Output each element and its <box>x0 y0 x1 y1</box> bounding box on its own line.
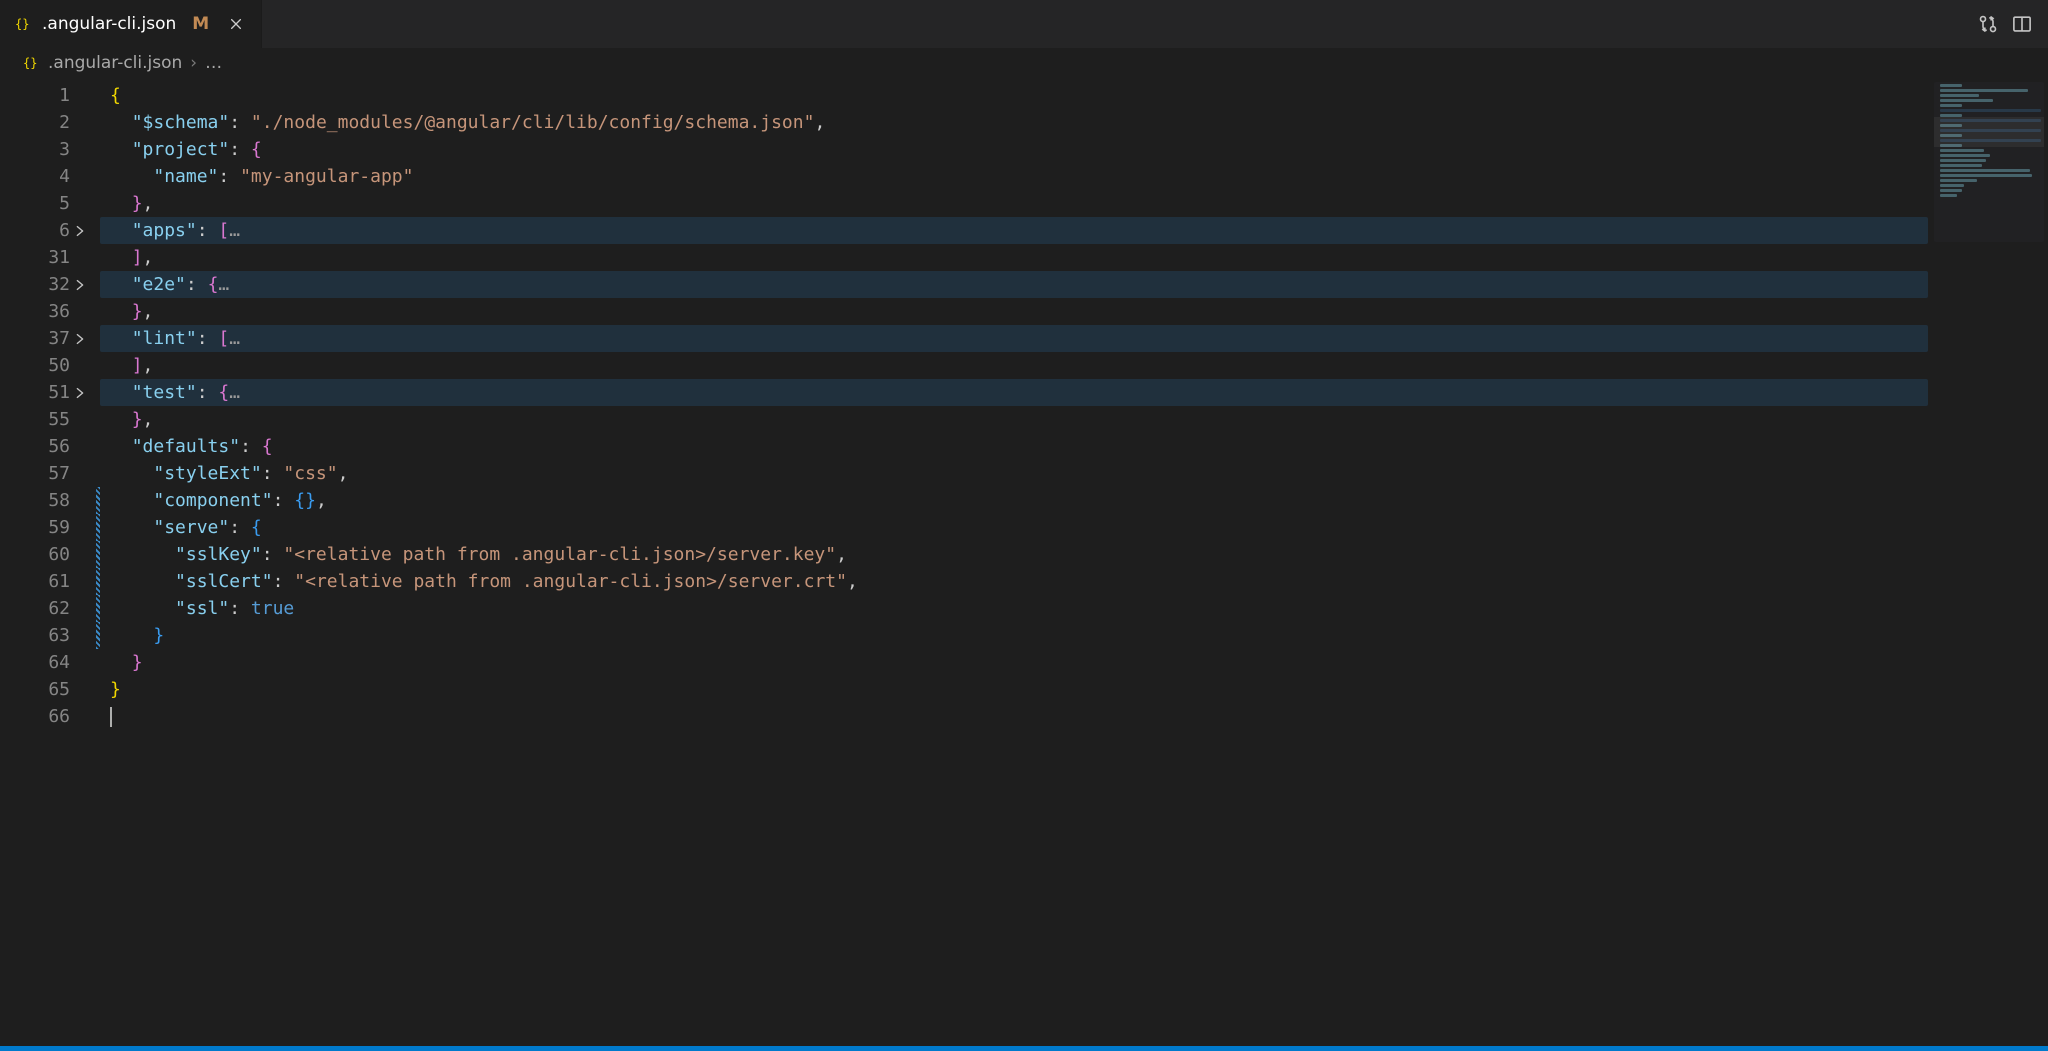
code-line[interactable]: 55 }, <box>0 406 1928 433</box>
tab-close-button[interactable] <box>227 15 245 33</box>
code-editor[interactable]: 1{2 "$schema": "./node_modules/@angular/… <box>0 78 2048 1046</box>
code-line[interactable]: 5 }, <box>0 190 1928 217</box>
code-content[interactable]: "name": "my-angular-app" <box>100 163 1928 190</box>
code-line[interactable]: 62 "ssl": true <box>0 595 1928 622</box>
code-content[interactable]: } <box>100 676 1928 703</box>
code-content[interactable]: "component": {}, <box>100 487 1928 514</box>
code-line[interactable]: 66 <box>0 703 1928 730</box>
code-content[interactable]: } <box>100 649 1928 676</box>
breadcrumb-more: … <box>205 53 222 73</box>
line-number: 5 <box>34 190 70 217</box>
line-number: 58 <box>34 487 70 514</box>
code-line[interactable]: 56 "defaults": { <box>0 433 1928 460</box>
fold-toggle-icon[interactable] <box>70 332 90 346</box>
line-number: 57 <box>34 460 70 487</box>
fold-toggle-icon[interactable] <box>70 386 90 400</box>
code-line[interactable]: 3 "project": { <box>0 136 1928 163</box>
code-line[interactable]: 37 "lint": [… <box>0 325 1928 352</box>
code-line[interactable]: 57 "styleExt": "css", <box>0 460 1928 487</box>
chevron-right-icon: › <box>190 53 197 73</box>
line-number: 37 <box>34 325 70 352</box>
line-number: 1 <box>34 82 70 109</box>
code-content[interactable]: "$schema": "./node_modules/@angular/cli/… <box>100 109 1928 136</box>
code-line[interactable]: 64 } <box>0 649 1928 676</box>
breadcrumb-file: .angular-cli.json <box>48 53 182 73</box>
code-line[interactable]: 4 "name": "my-angular-app" <box>0 163 1928 190</box>
code-content[interactable] <box>100 703 1928 730</box>
code-line[interactable]: 58 "component": {}, <box>0 487 1928 514</box>
code-content[interactable]: "serve": { <box>100 514 1928 541</box>
tab-angular-cli-json[interactable]: {} .angular-cli.json M <box>0 0 262 48</box>
line-number: 2 <box>34 109 70 136</box>
code-content[interactable]: }, <box>100 298 1928 325</box>
code-content[interactable]: "sslKey": "<relative path from .angular-… <box>100 541 1928 568</box>
tabs-bar: {} .angular-cli.json M <box>0 0 2048 48</box>
line-number: 60 <box>34 541 70 568</box>
svg-text:{}: {} <box>23 56 37 70</box>
code-content[interactable]: "defaults": { <box>100 433 1928 460</box>
fold-toggle-icon[interactable] <box>70 278 90 292</box>
svg-text:{}: {} <box>15 17 29 31</box>
code-content[interactable]: }, <box>100 406 1928 433</box>
line-number: 55 <box>34 406 70 433</box>
code-line[interactable]: 1{ <box>0 82 1928 109</box>
cursor <box>110 707 112 727</box>
tab-modified-indicator: M <box>192 14 209 34</box>
line-number: 36 <box>34 298 70 325</box>
line-number: 6 <box>34 217 70 244</box>
code-line[interactable]: 2 "$schema": "./node_modules/@angular/cl… <box>0 109 1928 136</box>
line-number: 31 <box>34 244 70 271</box>
line-number: 50 <box>34 352 70 379</box>
code-content[interactable]: "ssl": true <box>100 595 1928 622</box>
code-content[interactable]: } <box>100 622 1928 649</box>
line-number: 66 <box>34 703 70 730</box>
code-line[interactable]: 31 ], <box>0 244 1928 271</box>
line-number: 3 <box>34 136 70 163</box>
code-line[interactable]: 59 "serve": { <box>0 514 1928 541</box>
code-line[interactable]: 36 }, <box>0 298 1928 325</box>
code-content[interactable]: "lint": [… <box>100 325 1928 352</box>
code-content[interactable]: ], <box>100 244 1928 271</box>
tab-label: .angular-cli.json <box>42 14 176 34</box>
line-number: 51 <box>34 379 70 406</box>
split-editor-icon[interactable] <box>2012 14 2032 34</box>
line-number: 56 <box>34 433 70 460</box>
line-number: 4 <box>34 163 70 190</box>
breadcrumb[interactable]: {} .angular-cli.json › … <box>0 48 2048 78</box>
code-content[interactable]: "e2e": {… <box>100 271 1928 298</box>
code-line[interactable]: 65} <box>0 676 1928 703</box>
code-content[interactable]: "test": {… <box>100 379 1928 406</box>
line-number: 65 <box>34 676 70 703</box>
code-content[interactable]: "apps": [… <box>100 217 1928 244</box>
code-content[interactable]: "project": { <box>100 136 1928 163</box>
code-content[interactable]: "sslCert": "<relative path from .angular… <box>100 568 1928 595</box>
code-content[interactable]: }, <box>100 190 1928 217</box>
fold-toggle-icon[interactable] <box>70 224 90 238</box>
git-compare-icon[interactable] <box>1978 14 1998 34</box>
code-line[interactable]: 6 "apps": [… <box>0 217 1928 244</box>
code-line[interactable]: 63 } <box>0 622 1928 649</box>
code-line[interactable]: 61 "sslCert": "<relative path from .angu… <box>0 568 1928 595</box>
code-line[interactable]: 60 "sslKey": "<relative path from .angul… <box>0 541 1928 568</box>
minimap[interactable] <box>1934 82 2044 242</box>
code-content[interactable]: "styleExt": "css", <box>100 460 1928 487</box>
status-bar[interactable] <box>0 1046 2048 1051</box>
code-line[interactable]: 50 ], <box>0 352 1928 379</box>
line-number: 61 <box>34 568 70 595</box>
line-number: 32 <box>34 271 70 298</box>
json-file-icon: {} <box>14 15 32 33</box>
line-number: 62 <box>34 595 70 622</box>
line-number: 64 <box>34 649 70 676</box>
code-content[interactable]: ], <box>100 352 1928 379</box>
code-line[interactable]: 32 "e2e": {… <box>0 271 1928 298</box>
code-line[interactable]: 51 "test": {… <box>0 379 1928 406</box>
line-number: 59 <box>34 514 70 541</box>
code-content[interactable]: { <box>100 82 1928 109</box>
line-number: 63 <box>34 622 70 649</box>
json-file-icon: {} <box>22 54 40 72</box>
editor-toolbar <box>1978 0 2040 48</box>
